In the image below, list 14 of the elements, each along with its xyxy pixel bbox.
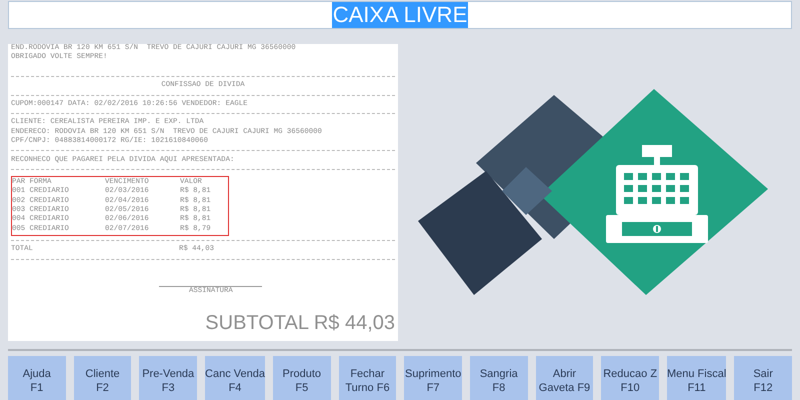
function-key-button[interactable]: Canc Venda F4 (205, 356, 265, 400)
function-key-button[interactable]: Abrir Gaveta F9 (536, 356, 594, 400)
function-key-button[interactable]: Produto F5 (272, 356, 331, 400)
function-key-button[interactable]: Ajuda F1 (8, 356, 66, 400)
function-key-button[interactable]: Menu Fiscal F11 (666, 356, 726, 400)
subtotal-text: SUBTOTAL R$ 44,03 (205, 311, 395, 335)
function-key-button[interactable]: Sangria F8 (470, 356, 528, 400)
function-key-button[interactable]: Pre-Venda F3 (139, 356, 198, 400)
function-key-button[interactable]: Suprimento F7 (404, 356, 462, 400)
function-key-button[interactable]: Cliente F2 (74, 356, 132, 400)
function-key-button[interactable]: Sair F12 (734, 356, 792, 400)
function-key-button[interactable]: Reducao Z F10 (601, 356, 659, 400)
status-text: CAIXA LIVRE (332, 2, 468, 28)
function-key-button[interactable]: Fechar Turno F6 (338, 356, 396, 400)
